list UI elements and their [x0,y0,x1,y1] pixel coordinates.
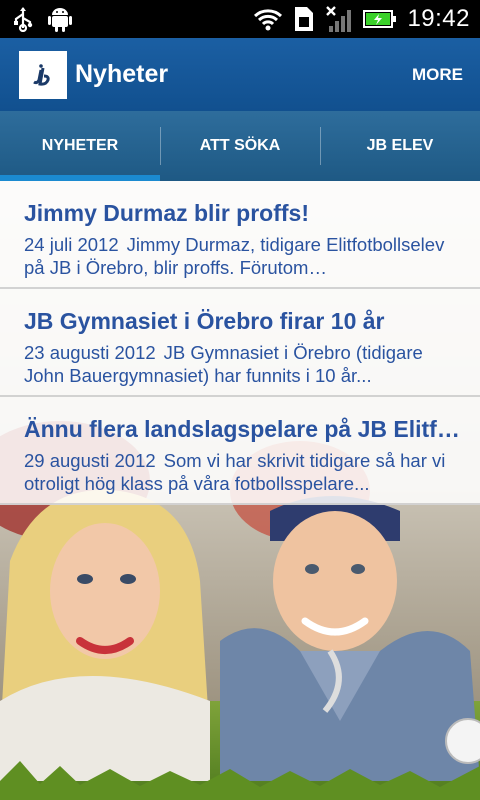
usb-icon [12,6,34,32]
news-title: Jimmy Durmaz blir proffs! [24,200,309,226]
news-summary: 23 augusti 2012 JB Gymnasiet i Örebro (ti… [24,341,464,387]
news-item[interactable]: Jimmy Durmaz blir proffs! 24 juli 2012 Ji… [0,181,480,289]
news-item[interactable]: JB Gymnasiet i Örebro firar 10 år 23 aug… [0,289,480,397]
tab-jb-elev[interactable]: JB ELEV [320,111,480,181]
news-summary: 24 juli 2012 Jimmy Durmaz, tidigare Elitf… [24,233,464,279]
jb-logo-icon[interactable] [19,50,67,99]
clock: 19:42 [407,5,470,32]
battery-charging-icon [363,8,397,30]
status-bar: 19:42 [0,0,480,38]
news-summary: 29 augusti 2012 Som vi har skrivit tidiga… [24,449,464,495]
news-date: 29 augusti 2012 [24,450,156,471]
tab-bar: NYHETER ATT SÖKA JB ELEV [0,111,480,181]
wifi-icon [253,7,283,31]
news-list: Jimmy Durmaz blir proffs! 24 juli 2012 Ji… [0,181,480,505]
news-date: 23 augusti 2012 [24,342,156,363]
news-item[interactable]: Ännu flera landslagspelare på JB Elitfot… [0,397,480,505]
more-button[interactable]: MORE [412,65,463,85]
android-debug-icon [48,5,72,33]
news-title: Ännu flera landslagspelare på JB Elitfot… [24,416,464,442]
no-signal-icon [325,4,353,34]
sim-card-icon [293,5,315,33]
tab-att-soka[interactable]: ATT SÖKA [160,111,320,181]
page-title: Nyheter [75,60,169,88]
news-title: JB Gymnasiet i Örebro firar 10 år [24,308,385,334]
tab-nyheter[interactable]: NYHETER [0,111,160,181]
action-bar: Nyheter MORE [0,38,480,111]
news-date: 24 juli 2012 [24,234,119,255]
